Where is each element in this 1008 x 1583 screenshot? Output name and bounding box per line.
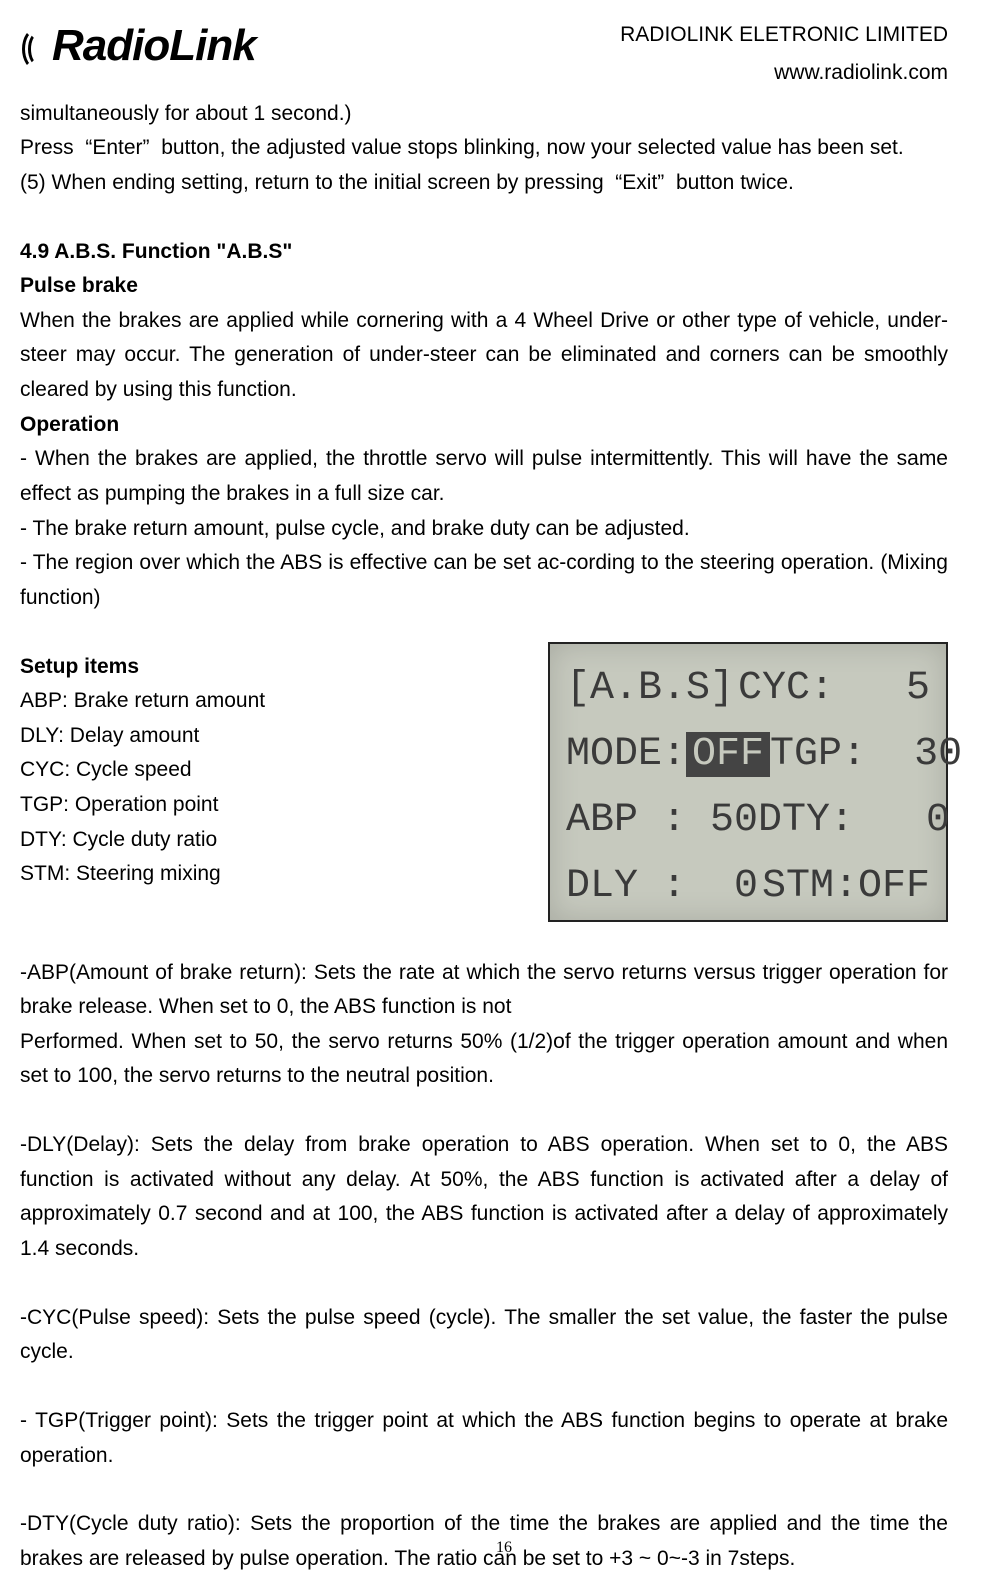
section-subheading: Setup items xyxy=(20,650,528,685)
setup-item: CYC: Cycle speed xyxy=(20,753,528,788)
paragraph: -ABP(Amount of brake return): Sets the r… xyxy=(20,956,948,1025)
header-right: RADIOLINK ELETRONIC LIMITED www.radiolin… xyxy=(620,10,948,92)
paragraph: simultaneously for about 1 second.) xyxy=(20,97,948,132)
lcd-abp: ABP : 50 xyxy=(566,788,758,854)
section-subheading: Operation xyxy=(20,408,948,443)
lcd-dty: DTY: 0 xyxy=(758,788,950,854)
lcd-stm: STM:OFF xyxy=(762,854,930,920)
section-heading: 4.9 A.B.S. Function "A.B.S" xyxy=(20,235,948,270)
paragraph: (5) When ending setting, return to the i… xyxy=(20,166,948,201)
paragraph: When the brakes are applied while corner… xyxy=(20,304,948,408)
setup-item: DTY: Cycle duty ratio xyxy=(20,823,528,858)
setup-item: TGP: Operation point xyxy=(20,788,528,823)
company-url: www.radiolink.com xyxy=(620,54,948,92)
paragraph: Performed. When set to 50, the servo ret… xyxy=(20,1025,948,1094)
paragraph: -CYC(Pulse speed): Sets the pulse speed … xyxy=(20,1301,948,1370)
paragraph: Press “Enter” button, the adjusted value… xyxy=(20,131,948,166)
setup-item: DLY: Delay amount xyxy=(20,719,528,754)
paragraph: -DLY(Delay): Sets the delay from brake o… xyxy=(20,1128,948,1267)
lcd-title: [A.B.S] xyxy=(566,656,734,722)
company-name: RADIOLINK ELETRONIC LIMITED xyxy=(620,16,948,54)
setup-item: ABP: Brake return amount xyxy=(20,684,528,719)
paragraph: - TGP(Trigger point): Sets the trigger p… xyxy=(20,1404,948,1473)
page-number: 16 xyxy=(0,1535,1008,1561)
paragraph: - The brake return amount, pulse cycle, … xyxy=(20,512,948,547)
page-header: RadioLink RADIOLINK ELETRONIC LIMITED ww… xyxy=(20,0,948,92)
lcd-screenshot: [A.B.S] CYC: 5 MODE:OFF TGP: 30 ABP : 50… xyxy=(548,642,948,922)
paragraph: - When the brakes are applied, the throt… xyxy=(20,442,948,511)
radio-waves-icon xyxy=(20,28,46,64)
lcd-mode: MODE:OFF xyxy=(566,722,770,788)
logo-text: RadioLink xyxy=(52,10,256,83)
document-body: simultaneously for about 1 second.) Pres… xyxy=(20,97,948,1577)
section-subheading: Pulse brake xyxy=(20,269,948,304)
lcd-dly: DLY : 0 xyxy=(566,854,758,920)
lcd-mode-value: OFF xyxy=(686,732,770,777)
lcd-tgp: TGP: 30 xyxy=(770,722,962,788)
setup-item: STM: Steering mixing xyxy=(20,857,528,892)
paragraph: - The region over which the ABS is effec… xyxy=(20,546,948,615)
lcd-cyc: CYC: 5 xyxy=(738,656,930,722)
logo: RadioLink xyxy=(20,10,256,83)
